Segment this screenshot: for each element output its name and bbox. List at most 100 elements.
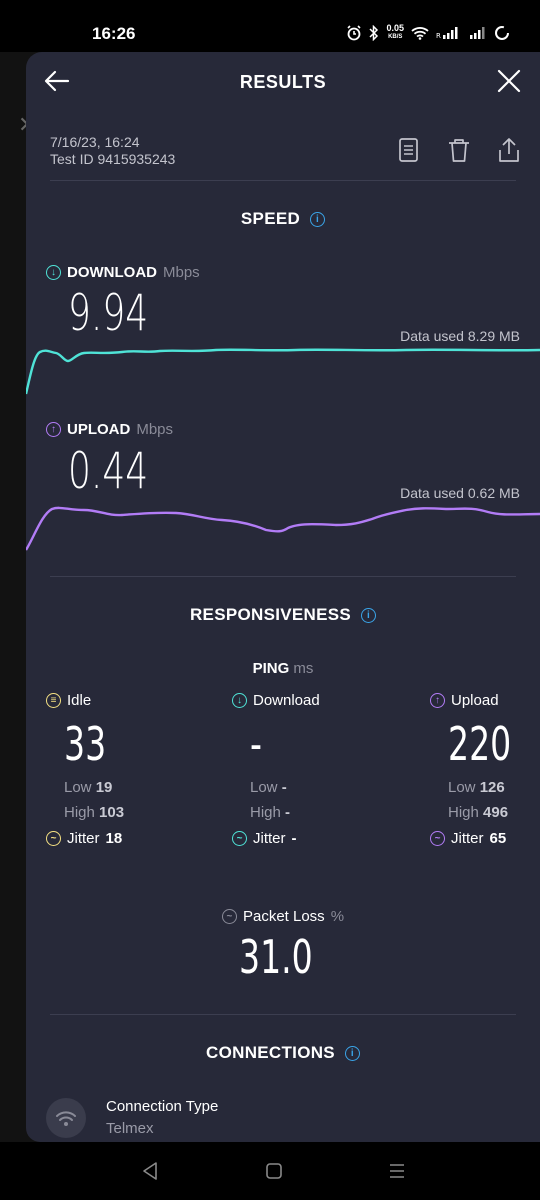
ping-idle-high: High 103 bbox=[64, 804, 124, 821]
low-value: 126 bbox=[479, 779, 505, 796]
upload-unit: Mbps bbox=[136, 421, 174, 438]
download-speed-value: 9.94 bbox=[68, 284, 149, 342]
low-value: - bbox=[281, 779, 287, 796]
download-label: ↓ DOWNLOAD Mbps bbox=[46, 264, 200, 281]
ping-idle-value: 33 bbox=[64, 717, 107, 771]
ping-upload-label-text: Upload bbox=[451, 692, 499, 709]
signal-icon bbox=[470, 27, 485, 39]
wifi-icon bbox=[56, 1111, 76, 1126]
ping-upload-high: High 496 bbox=[448, 804, 536, 821]
navigation-bar bbox=[0, 1142, 540, 1200]
low-label: Low bbox=[448, 779, 476, 796]
ping-idle-jitter: ~ Jitter 18 bbox=[46, 830, 124, 847]
ping-upload-jitter: ~ Jitter 65 bbox=[430, 830, 536, 847]
connection-type-icon bbox=[46, 1098, 86, 1138]
high-label: High bbox=[250, 804, 281, 821]
high-value: 496 bbox=[483, 804, 509, 821]
ping-label: PING bbox=[252, 660, 290, 677]
responsiveness-title: RESPONSIVENESS bbox=[189, 605, 352, 624]
ping-upload-column: ↑ Upload 220 Low 126 High 496 ~ Jitter 65 bbox=[430, 692, 536, 847]
upload-label: ↑ UPLOAD Mbps bbox=[46, 421, 173, 438]
info-icon[interactable]: i bbox=[344, 1046, 360, 1061]
alarm-icon bbox=[347, 25, 362, 41]
info-icon[interactable]: i bbox=[361, 608, 377, 623]
divider bbox=[50, 180, 516, 181]
results-sheet: RESULTS 7/16/23, 16:24 Test ID 941593524… bbox=[26, 52, 540, 1142]
connection-type-label: Connection Type bbox=[106, 1098, 219, 1115]
divider bbox=[50, 1014, 516, 1015]
ping-unit: ms bbox=[293, 660, 314, 677]
ping-download-value: - bbox=[250, 717, 262, 771]
jitter-label: Jitter bbox=[253, 830, 286, 847]
bluetooth-icon bbox=[369, 25, 379, 41]
ping-download-high: High - bbox=[250, 804, 320, 821]
jitter-icon: ~ bbox=[46, 831, 61, 846]
upload-arrow-icon: ↑ bbox=[430, 693, 445, 708]
ping-title: PING ms bbox=[26, 660, 540, 677]
speed-title: SPEED bbox=[240, 209, 301, 228]
home-nav-icon[interactable] bbox=[263, 1160, 285, 1182]
wifi-icon bbox=[411, 27, 429, 40]
close-icon[interactable] bbox=[496, 68, 522, 94]
upload-label-text: UPLOAD bbox=[67, 421, 131, 438]
download-graph bbox=[26, 348, 540, 395]
packet-loss-label: ~ Packet Loss % bbox=[26, 908, 540, 925]
download-label-text: DOWNLOAD bbox=[67, 264, 157, 281]
packet-loss-unit: % bbox=[330, 908, 345, 925]
status-bar: 16:26 0.05 KB/S R bbox=[0, 0, 540, 52]
high-label: High bbox=[448, 804, 479, 821]
idle-icon: ≡ bbox=[46, 693, 61, 708]
trash-icon[interactable] bbox=[446, 136, 472, 164]
download-unit: Mbps bbox=[163, 264, 200, 281]
connection-type-value: Telmex bbox=[106, 1120, 154, 1137]
ping-idle-low: Low 19 bbox=[64, 779, 124, 796]
divider bbox=[50, 576, 516, 577]
recents-nav-icon[interactable] bbox=[386, 1160, 408, 1182]
low-label: Low bbox=[64, 779, 92, 796]
upload-graph bbox=[26, 506, 540, 551]
status-time: 16:26 bbox=[92, 24, 136, 43]
high-label: High bbox=[64, 804, 95, 821]
jitter-value: 18 bbox=[105, 830, 123, 847]
jitter-value: - bbox=[291, 830, 297, 847]
download-arrow-icon: ↓ bbox=[232, 693, 247, 708]
page-title: RESULTS bbox=[239, 72, 327, 92]
document-icon[interactable] bbox=[396, 136, 422, 164]
jitter-label: Jitter bbox=[67, 830, 100, 847]
connections-title: CONNECTIONS bbox=[206, 1043, 335, 1062]
speed-section-title: SPEED i bbox=[26, 209, 540, 229]
packet-loss-icon: ~ bbox=[221, 909, 237, 924]
net-speed-unit: KB/S bbox=[388, 34, 403, 40]
status-icons: 0.05 KB/S R bbox=[346, 24, 510, 42]
ping-idle-label-text: Idle bbox=[67, 692, 92, 709]
ping-idle-column: ≡ Idle 33 Low 19 High 103 ~ Jitter 18 bbox=[46, 692, 124, 847]
back-nav-icon[interactable] bbox=[140, 1160, 162, 1182]
ping-idle-label: ≡ Idle bbox=[46, 692, 124, 709]
ping-download-label-text: Download bbox=[253, 692, 320, 709]
test-id: Test ID 9415935243 bbox=[50, 151, 176, 167]
share-icon[interactable] bbox=[496, 136, 522, 164]
jitter-icon: ~ bbox=[232, 831, 247, 846]
low-value: 19 bbox=[95, 779, 113, 796]
signal-icon: R bbox=[436, 27, 458, 40]
low-label: Low bbox=[250, 779, 278, 796]
high-value: - bbox=[285, 804, 291, 821]
ping-download-jitter: ~ Jitter - bbox=[232, 830, 320, 847]
jitter-icon: ~ bbox=[430, 831, 445, 846]
responsiveness-section-title: RESPONSIVENESS i bbox=[26, 605, 540, 625]
upload-arrow-icon: ↑ bbox=[46, 422, 61, 437]
ping-upload-value: 220 bbox=[448, 717, 512, 771]
result-date: 7/16/23, 16:24 bbox=[50, 134, 140, 150]
jitter-value: 65 bbox=[489, 830, 507, 847]
ping-upload-label: ↑ Upload bbox=[430, 692, 536, 709]
ping-upload-low: Low 126 bbox=[448, 779, 536, 796]
ping-download-low: Low - bbox=[250, 779, 320, 796]
ping-download-label: ↓ Download bbox=[232, 692, 320, 709]
net-speed-value: 0.05 bbox=[386, 23, 404, 33]
download-arrow-icon: ↓ bbox=[46, 265, 61, 280]
packet-loss-value: 31.0 bbox=[239, 930, 313, 984]
battery-icon bbox=[495, 26, 509, 40]
jitter-label: Jitter bbox=[451, 830, 484, 847]
connections-section-title: CONNECTIONS i bbox=[26, 1043, 540, 1063]
info-icon[interactable]: i bbox=[310, 212, 326, 227]
